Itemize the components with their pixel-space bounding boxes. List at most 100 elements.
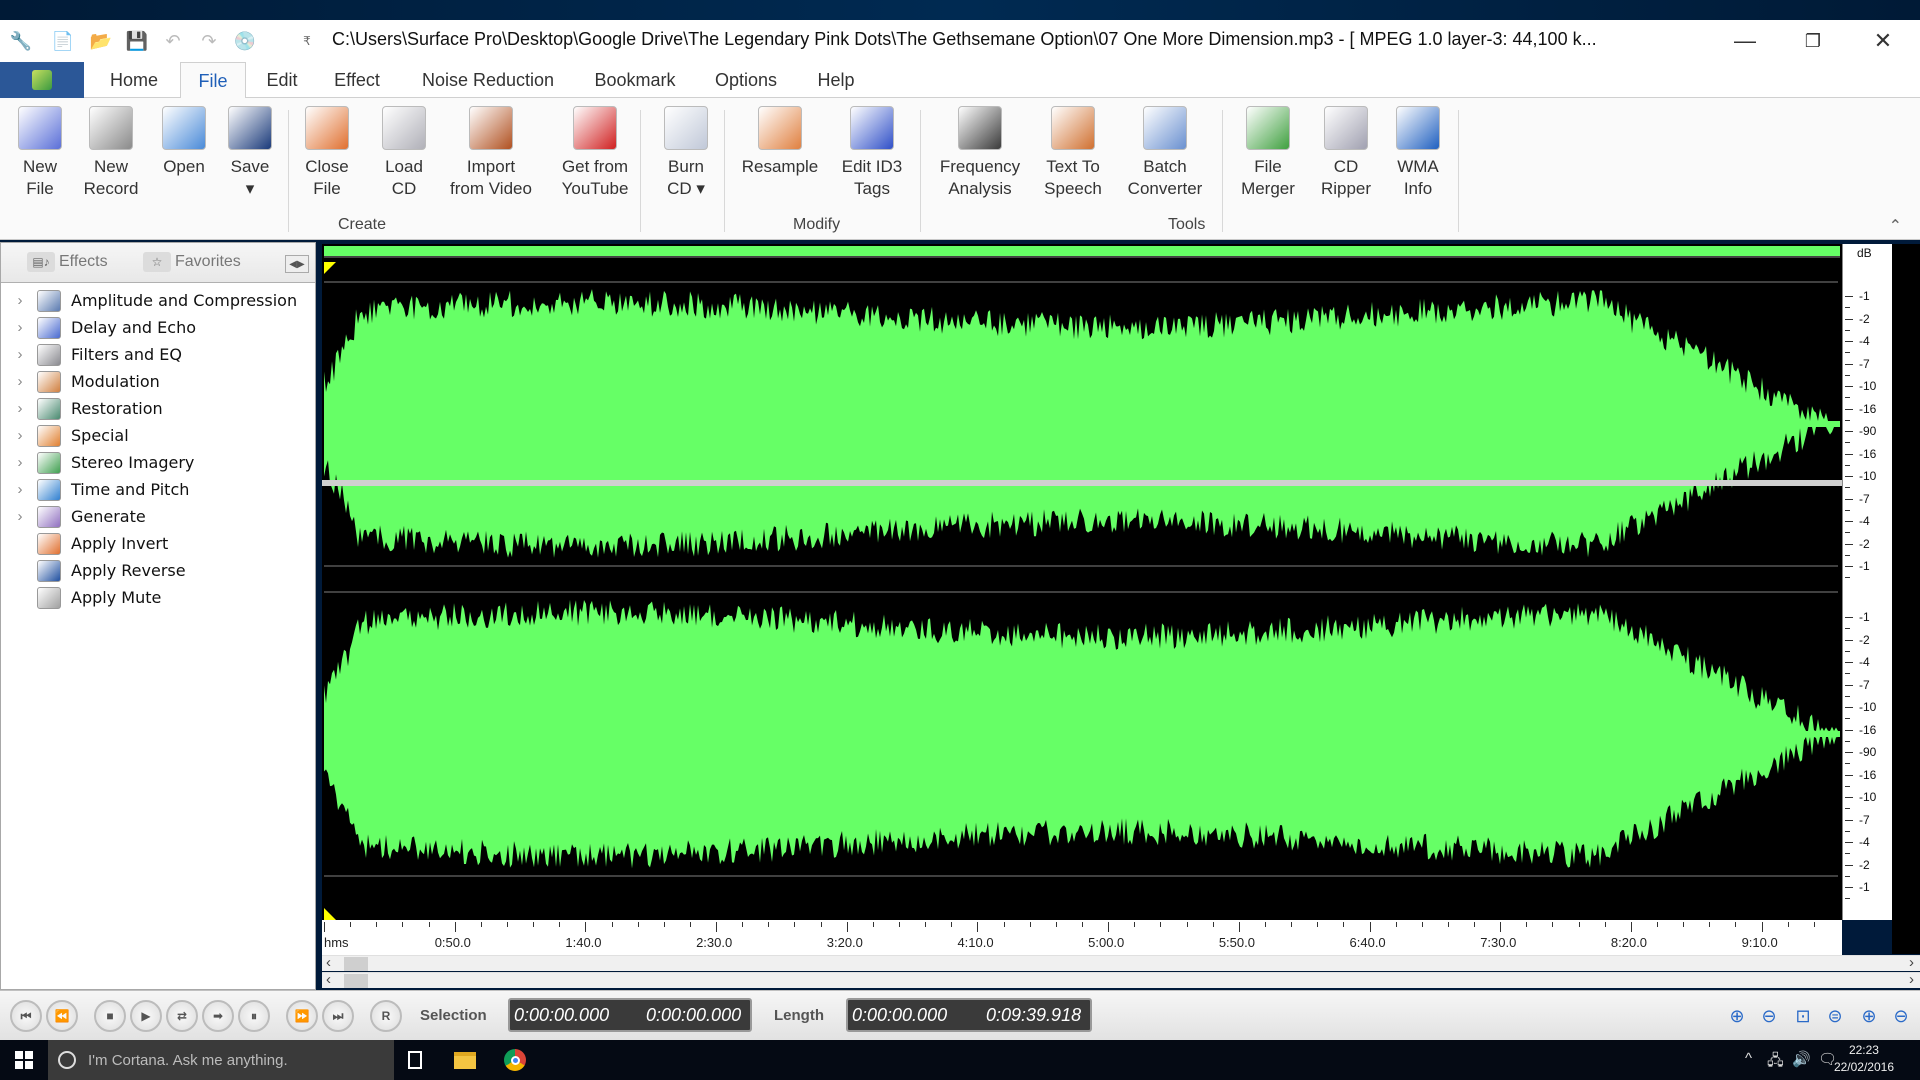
scroll-thumb[interactable] <box>344 957 368 971</box>
effect-item-apply-invert[interactable]: Apply Invert <box>1 530 315 557</box>
new-file-icon[interactable]: 📄 <box>50 28 76 54</box>
zoom-out-horizontal-icon[interactable]: ⊖ <box>1756 1003 1782 1029</box>
effect-item-amplitude-and-compression[interactable]: › Amplitude and Compression <box>1 287 315 314</box>
waveform-channel-1[interactable] <box>324 289 1840 558</box>
ribbon-button-wma-info[interactable]: WMA Info <box>1368 106 1468 206</box>
ribbon-button-edit-id3-tags[interactable]: Edit ID3 Tags <box>822 106 922 206</box>
go-to-end-button[interactable]: ⏭ <box>322 1000 354 1032</box>
rewind-button[interactable]: ⏪ <box>46 1000 78 1032</box>
pause-button[interactable]: ⏸ <box>238 1000 270 1032</box>
tab-noise-reduction[interactable]: Noise Reduction <box>410 62 566 99</box>
restore-button[interactable]: ❐ <box>1778 20 1848 62</box>
horizontal-scrollbar[interactable]: ‹ › <box>322 954 1920 971</box>
volume-icon[interactable]: 🔊 <box>1792 1050 1811 1068</box>
playhead-marker-icon[interactable] <box>324 908 336 920</box>
expand-chevron-icon[interactable]: › <box>9 454 31 471</box>
expand-chevron-icon[interactable]: › <box>9 292 31 309</box>
ribbon-button-frequency-analysis[interactable]: Frequency Analysis <box>930 106 1030 206</box>
scroll-right-icon[interactable]: › <box>1909 971 1914 988</box>
clock[interactable]: 22:23 22/02/2016 <box>1834 1042 1894 1076</box>
burn-cd-icon[interactable]: 💿 <box>232 28 258 54</box>
play-selection-button[interactable]: ➡ <box>202 1000 234 1032</box>
play-button[interactable]: ▶ <box>130 1000 162 1032</box>
close-button[interactable]: ✕ <box>1848 20 1918 62</box>
expand-chevron-icon[interactable]: › <box>9 373 31 390</box>
effect-item-generate[interactable]: › Generate <box>1 503 315 530</box>
network-icon[interactable]: 🖧 <box>1767 1050 1784 1075</box>
effect-item-stereo-imagery[interactable]: › Stereo Imagery <box>1 449 315 476</box>
tab-edit[interactable]: Edit <box>262 62 302 99</box>
selection-time-display[interactable]: 0:00:00.000 0:00:00.000 <box>508 998 752 1032</box>
playhead-marker-icon[interactable] <box>324 262 336 274</box>
tab-home[interactable]: Home <box>92 62 176 99</box>
scroll-thumb[interactable] <box>344 974 368 988</box>
stop-button[interactable]: ■ <box>94 1000 126 1032</box>
loop-button[interactable]: ⇄ <box>166 1000 198 1032</box>
waveform-channel-2[interactable] <box>324 599 1840 869</box>
chrome-icon[interactable] <box>502 1048 528 1072</box>
start-button[interactable] <box>0 1040 48 1080</box>
ribbon-button-resample[interactable]: Resample <box>730 106 830 206</box>
zoom-in-vertical-icon[interactable]: ⊕ <box>1856 1003 1882 1029</box>
expand-chevron-icon[interactable]: › <box>9 481 31 498</box>
expand-chevron-icon[interactable]: › <box>9 400 31 417</box>
ribbon-button-burn-cd[interactable]: Burn CD ▾ <box>636 106 736 206</box>
expand-chevron-icon[interactable]: › <box>9 346 31 363</box>
customize-icon[interactable]: ₹ <box>294 28 320 54</box>
scroll-left-icon[interactable]: ‹ <box>326 954 331 971</box>
youtube-icon <box>573 106 617 150</box>
tab-bookmark[interactable]: Bookmark <box>580 62 690 99</box>
zoom-in-horizontal-icon[interactable]: ⊕ <box>1724 1003 1750 1029</box>
application-menu-button[interactable] <box>0 62 84 98</box>
tab-effect[interactable]: Effect <box>320 62 394 99</box>
file-explorer-icon[interactable] <box>452 1048 478 1072</box>
waveform-view[interactable] <box>322 244 1842 920</box>
effect-item-delay-and-echo[interactable]: › Delay and Echo <box>1 314 315 341</box>
expand-chevron-icon[interactable]: › <box>9 508 31 525</box>
record-button[interactable]: R <box>370 1000 402 1032</box>
minimize-button[interactable]: — <box>1710 20 1780 62</box>
tab-file[interactable]: File <box>180 62 246 99</box>
effect-item-apply-mute[interactable]: Apply Mute <box>1 584 315 611</box>
length-time-display[interactable]: 0:00:00.000 0:09:39.918 <box>846 998 1092 1032</box>
time-ruler[interactable]: hms 0:50.0 1:40.0 2:30.0 3:20.0 4:10.0 5:00.0… <box>322 920 1842 955</box>
db-tick <box>1845 431 1853 432</box>
expand-chevron-icon[interactable]: › <box>9 427 31 444</box>
effect-item-time-and-pitch[interactable]: › Time and Pitch <box>1 476 315 503</box>
effect-item-modulation[interactable]: › Modulation <box>1 368 315 395</box>
effect-item-apply-reverse[interactable]: Apply Reverse <box>1 557 315 584</box>
ribbon-button-batch-converter[interactable]: Batch Converter <box>1115 106 1215 206</box>
effect-item-filters-and-eq[interactable]: › Filters and EQ <box>1 341 315 368</box>
redo-icon[interactable]: ↷ <box>196 28 222 54</box>
undo-icon[interactable]: ↶ <box>160 28 186 54</box>
effect-item-restoration[interactable]: › Restoration <box>1 395 315 422</box>
save-icon[interactable]: 💾 <box>124 28 150 54</box>
effect-item-special[interactable]: › Special <box>1 422 315 449</box>
horizontal-scrollbar-2[interactable]: ‹ › <box>322 971 1920 988</box>
scroll-right-icon[interactable]: › <box>1909 954 1914 971</box>
fast-forward-button[interactable]: ⏩ <box>286 1000 318 1032</box>
waveform-canvas[interactable] <box>322 244 1842 920</box>
app-icon[interactable]: 🔧 <box>8 28 34 54</box>
tab-help[interactable]: Help <box>808 62 864 99</box>
open-icon[interactable]: 📂 <box>88 28 114 54</box>
ribbon-button-get-from-youtube[interactable]: Get from YouTube <box>545 106 645 206</box>
tab-effects[interactable]: ▤♪ Effects <box>27 252 108 272</box>
scroll-left-icon[interactable]: ‹ <box>326 971 331 988</box>
collapse-ribbon-icon[interactable]: ⌃ <box>1889 216 1902 236</box>
go-to-start-button[interactable]: ⏮ <box>10 1000 42 1032</box>
ribbon-button-text-to-speech[interactable]: Text To Speech <box>1023 106 1123 206</box>
ribbon-button-load-cd[interactable]: Load CD <box>354 106 454 206</box>
zoom-full-icon[interactable]: ⊜ <box>1822 1003 1848 1029</box>
ribbon-button-import-from-video[interactable]: Import from Video <box>441 106 541 206</box>
vertical-scroll-area[interactable] <box>1892 244 1920 954</box>
panel-toggle-button[interactable]: ◀▶ <box>285 255 309 273</box>
cortana-search[interactable]: I'm Cortana. Ask me anything. <box>48 1040 394 1080</box>
zoom-selection-icon[interactable]: ⊡ <box>1790 1003 1816 1029</box>
task-view-icon[interactable] <box>402 1048 428 1072</box>
zoom-out-vertical-icon[interactable]: ⊖ <box>1888 1003 1914 1029</box>
tab-favorites[interactable]: ☆ Favorites <box>143 252 241 272</box>
expand-chevron-icon[interactable]: › <box>9 319 31 336</box>
tab-options[interactable]: Options <box>704 62 788 99</box>
show-hidden-icons[interactable]: ^ <box>1745 1050 1752 1067</box>
